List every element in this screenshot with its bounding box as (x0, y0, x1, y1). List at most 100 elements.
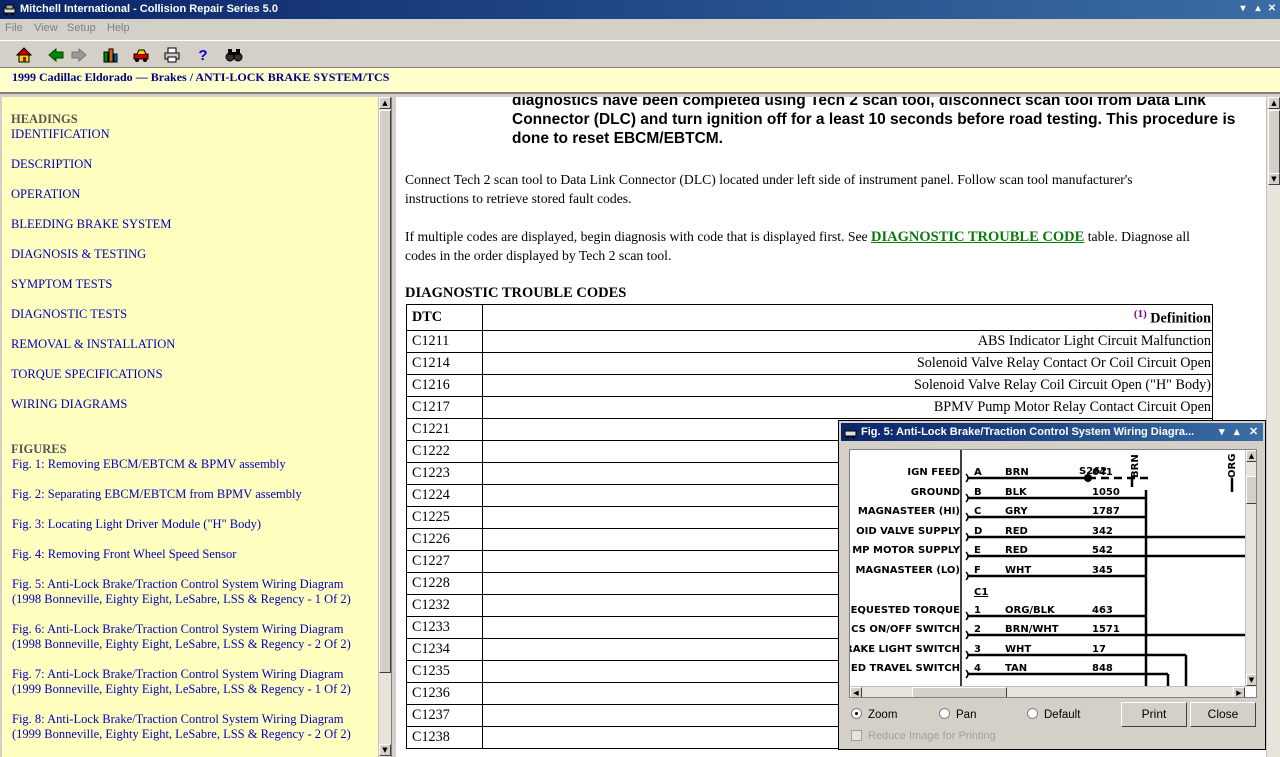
content-scrollbar[interactable]: ▲ ▼ (1266, 97, 1280, 757)
heading-link-identification[interactable]: IDENTIFICATION (11, 127, 110, 142)
breadcrumb: 1999 Cadillac Eldorado — Brakes / ANTI-L… (0, 68, 1280, 94)
connector-label: C1 (974, 587, 989, 598)
figure-scroll-left-arrow-icon[interactable]: ◀ (850, 687, 862, 697)
connector-pin-shape (965, 669, 969, 679)
figure-hscrollbar[interactable]: ◀ ▶ (850, 686, 1245, 697)
figure-scroll-down-arrow-icon[interactable]: ▼ (1246, 674, 1256, 686)
menu-help[interactable]: Help (107, 22, 130, 34)
estimate-button[interactable] (130, 44, 152, 66)
dtc-code-cell: C1224 (406, 484, 483, 507)
wire-color-label: TAN (1005, 663, 1028, 674)
maximize-button[interactable]: ▴ (1251, 2, 1265, 16)
connector-pin-shape (965, 630, 969, 640)
figure-minimize-icon[interactable]: ▾ (1219, 423, 1225, 441)
close-window-button[interactable]: ✕ (1265, 2, 1279, 16)
heading-link-wiring[interactable]: WIRING DIAGRAMS (11, 397, 127, 412)
heading-link-diagnosis[interactable]: DIAGNOSIS & TESTING (11, 247, 146, 262)
dtc-code-cell: C1232 (406, 594, 483, 617)
dtc-code-cell: C1228 (406, 572, 483, 595)
figure-link-4[interactable]: Fig. 4: Removing Front Wheel Speed Senso… (12, 547, 236, 562)
heading-link-torque[interactable]: TORQUE SPECIFICATIONS (11, 367, 163, 382)
splice-label: S262 (1079, 466, 1108, 477)
figure-scroll-up-arrow-icon[interactable]: ▲ (1246, 450, 1256, 462)
table-header-row: DTC (1) Definition (406, 304, 1213, 331)
heading-link-bleeding[interactable]: BLEEDING BRAKE SYSTEM (11, 217, 171, 232)
figure-link-1[interactable]: Fig. 1: Removing EBCM/EBTCM & BPMV assem… (12, 457, 286, 472)
menu-file[interactable]: File (5, 22, 23, 34)
figure-vscroll-thumb[interactable] (1246, 476, 1256, 504)
wire-pin-label: 1 (974, 605, 981, 616)
figure-link-2[interactable]: Fig. 2: Separating EBCM/EBTCM from BPMV … (12, 487, 302, 502)
figure-link-5[interactable]: Fig. 5: Anti-Lock Brake/Traction Control… (12, 577, 351, 607)
figure-link-7[interactable]: Fig. 7: Anti-Lock Brake/Traction Control… (12, 667, 351, 697)
figure-close-icon[interactable]: ✕ (1249, 423, 1258, 441)
warning-line-1: diagnostics have been completed using Te… (512, 97, 1206, 109)
scroll-up-arrow-icon[interactable]: ▲ (379, 97, 391, 109)
forward-button[interactable] (68, 44, 90, 66)
default-radio-label: Default (1044, 709, 1081, 721)
figure-link-3[interactable]: Fig. 3: Locating Light Driver Module ("H… (12, 517, 261, 532)
figure-hscroll-thumb[interactable] (912, 687, 1007, 697)
wire-circuit-label: 1571 (1092, 624, 1120, 635)
close-figure-button[interactable]: Close (1190, 702, 1256, 727)
print-figure-button[interactable]: Print (1121, 702, 1187, 727)
minimize-button[interactable]: ▾ (1236, 2, 1250, 16)
wire-color-label: RED (1005, 545, 1028, 556)
wire-color-label: BLK (1005, 487, 1027, 498)
pan-radio[interactable]: Pan (939, 708, 976, 721)
figure-link-8[interactable]: Fig. 8: Anti-Lock Brake/Traction Control… (12, 712, 351, 742)
footnote-link[interactable]: (1) (1134, 308, 1147, 320)
wire-pin-label: 3 (974, 644, 981, 655)
home-button[interactable] (13, 44, 35, 66)
vehicle-select-button[interactable] (99, 44, 121, 66)
dtc-code-cell: C1221 (406, 418, 483, 441)
home-icon (15, 47, 33, 63)
content-scroll-thumb[interactable] (1268, 110, 1280, 180)
figure-vscrollbar[interactable]: ▲ ▼ (1245, 450, 1256, 687)
vehicle-select-icon (103, 48, 118, 63)
wire-circuit-label: 1050 (1092, 487, 1120, 498)
figure-scroll-right-arrow-icon[interactable]: ▶ (1233, 687, 1245, 697)
wire-circuit-label: 542 (1092, 545, 1113, 556)
dtc-code-cell: C1225 (406, 506, 483, 529)
dtc-definition-cell: ABS Indicator Light Circuit Malfunction (482, 330, 1213, 353)
reduce-image-checkbox[interactable]: Reduce Image for Printing (851, 730, 996, 742)
wire-circuit-label: 345 (1092, 565, 1113, 576)
scroll-down-arrow-icon[interactable]: ▼ (379, 744, 391, 756)
scroll-thumb[interactable] (379, 110, 391, 673)
menu-view[interactable]: View (34, 22, 58, 34)
paragraph-2-tail: table. Diagnose all (1084, 229, 1190, 244)
heading-link-description[interactable]: DESCRIPTION (11, 157, 92, 172)
dtc-code-cell: C1223 (406, 462, 483, 485)
default-radio[interactable]: Default (1027, 708, 1080, 721)
forward-arrow-icon (71, 47, 87, 63)
heading-link-removal[interactable]: REMOVAL & INSTALLATION (11, 337, 175, 352)
zoom-radio-dot (851, 708, 862, 719)
help-button[interactable]: ? (192, 44, 214, 66)
heading-link-operation[interactable]: OPERATION (11, 187, 80, 202)
app-car-icon (3, 4, 16, 16)
heading-link-symptom-tests[interactable]: SYMPTOM TESTS (11, 277, 112, 292)
table-row: C1217 BPMV Pump Motor Relay Contact Circu… (406, 396, 1213, 419)
figure-link-6-line1: Fig. 6: Anti-Lock Brake/Traction Control… (12, 622, 344, 636)
figure-link-6[interactable]: Fig. 6: Anti-Lock Brake/Traction Control… (12, 622, 351, 652)
content-scroll-down-arrow-icon[interactable]: ▼ (1268, 173, 1280, 185)
find-button[interactable] (223, 44, 245, 66)
figure-maximize-icon[interactable]: ▴ (1234, 423, 1240, 441)
dtc-table-link[interactable]: DIAGNOSTIC TROUBLE CODE (871, 229, 1084, 245)
back-button[interactable] (45, 44, 67, 66)
dtc-code-cell: C1227 (406, 550, 483, 573)
wire-left-label: GROUND (910, 487, 960, 498)
heading-link-diagnostic-tests[interactable]: DIAGNOSTIC TESTS (11, 307, 127, 322)
dtc-code-cell: C1214 (406, 352, 483, 375)
zoom-radio[interactable]: Zoom (851, 708, 897, 721)
wiring-diagram-view[interactable]: IGN FEED A BRN 641 GROUND B BLK 1050 MAGNASTEER … (849, 449, 1257, 698)
print-button[interactable] (161, 44, 183, 66)
help-icon: ? (198, 46, 208, 64)
figure-window-titlebar[interactable]: Fig. 5: Anti-Lock Brake/Traction Control… (841, 423, 1263, 441)
content-scroll-up-arrow-icon[interactable]: ▲ (1268, 97, 1280, 109)
wire-pin-label: 4 (974, 663, 981, 674)
menu-setup[interactable]: Setup (67, 22, 96, 34)
navigation-scrollbar[interactable]: ▲ ▼ (378, 97, 391, 757)
dtc-definition-cell: BPMV Pump Motor Relay Contact Circuit Op… (482, 396, 1213, 419)
